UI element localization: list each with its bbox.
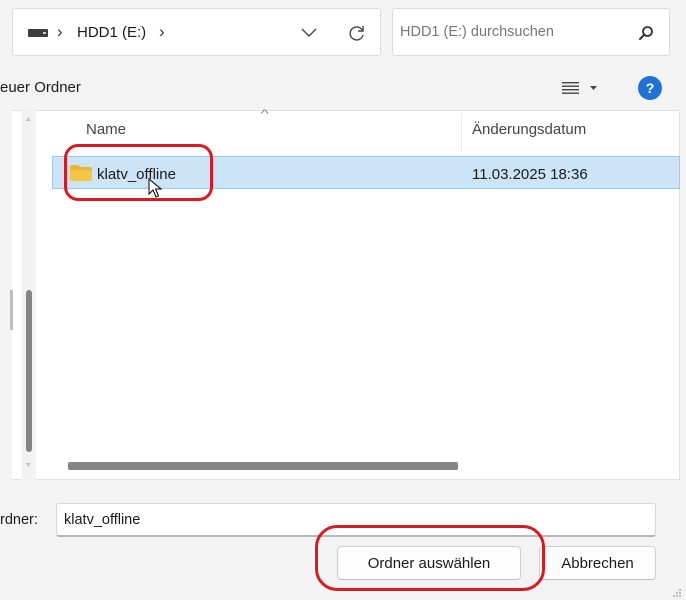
new-folder-button[interactable]: euer Ordner	[0, 79, 81, 96]
row-date: 11.03.2025 18:36	[472, 166, 588, 183]
horizontal-scroll-thumb[interactable]	[68, 462, 458, 470]
column-header-name[interactable]: Name	[86, 121, 126, 138]
view-options-button[interactable]	[552, 76, 606, 100]
search-button[interactable]	[633, 20, 659, 46]
column-divider[interactable]	[461, 114, 462, 152]
folder-name-input[interactable]	[56, 503, 656, 537]
nav-pane-edge	[10, 290, 13, 330]
chevron-down-icon	[301, 28, 317, 37]
select-folder-button[interactable]: Ordner auswählen	[337, 546, 521, 580]
refresh-button[interactable]	[343, 19, 371, 47]
scroll-down-arrow-icon[interactable]: ▼	[25, 462, 32, 469]
address-history-button[interactable]	[295, 19, 323, 47]
search-box[interactable]: HDD1 (E:) durchsuchen	[392, 8, 670, 56]
view-options-icon	[561, 82, 579, 94]
dropdown-arrow-icon	[589, 86, 597, 90]
search-icon	[639, 26, 653, 40]
column-header-date[interactable]: Änderungsdatum	[472, 121, 586, 138]
breadcrumb-trailing-separator[interactable]: ›	[159, 22, 165, 42]
breadcrumb-separator[interactable]: ›	[57, 22, 63, 42]
address-bar[interactable]: › HDD1 (E:) ›	[12, 8, 381, 56]
vertical-scroll-thumb[interactable]	[26, 290, 32, 452]
sort-ascending-icon: ^	[260, 108, 269, 120]
breadcrumb-hdd1[interactable]: HDD1 (E:)	[77, 24, 146, 41]
drive-icon	[28, 29, 48, 37]
search-placeholder[interactable]: HDD1 (E:) durchsuchen	[400, 24, 554, 40]
help-icon[interactable]: ?	[638, 76, 662, 100]
refresh-icon	[349, 26, 364, 41]
scroll-up-arrow-icon[interactable]: ▲	[25, 116, 32, 123]
row-name[interactable]: klatv_offline	[97, 166, 176, 183]
mouse-cursor-icon	[148, 178, 162, 198]
resize-grip-icon[interactable]	[670, 588, 682, 598]
cancel-button[interactable]: Abbrechen	[539, 546, 656, 580]
folder-field-label: rdner:	[0, 512, 38, 528]
folder-icon	[70, 165, 92, 181]
